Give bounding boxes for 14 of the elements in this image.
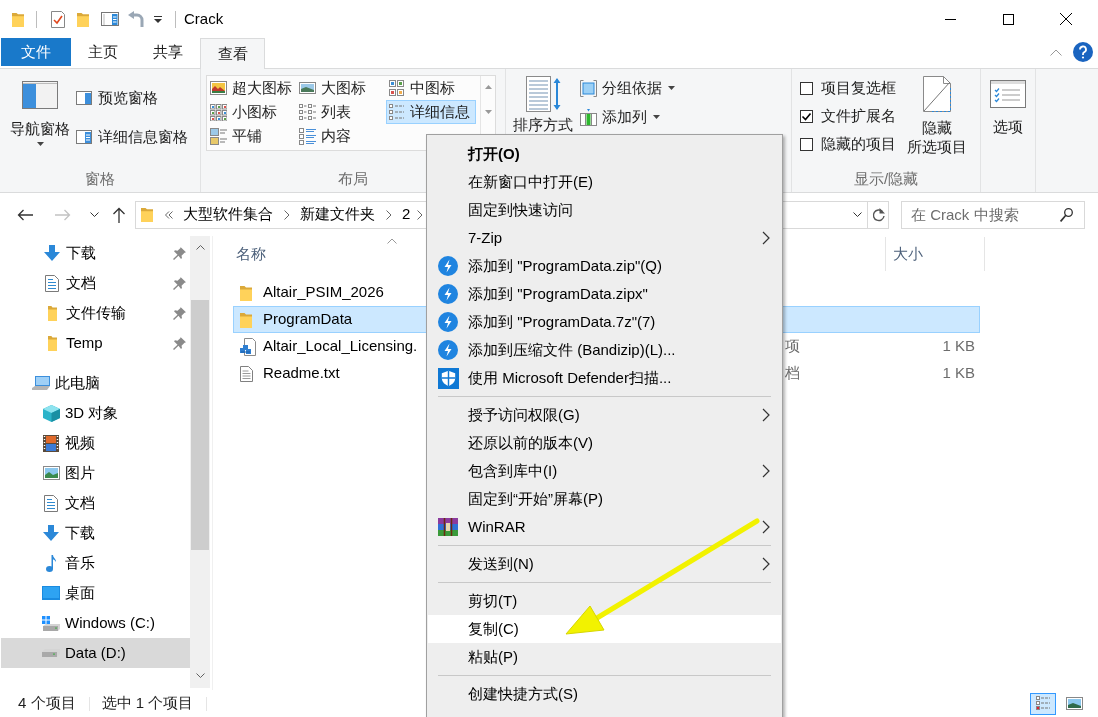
file-name: Altair_PSIM_2026 [263, 282, 384, 303]
status-text: 选中 1 个项目 [101, 693, 194, 714]
table-cell-text: 档 [785, 363, 800, 384]
file-size: 1 KB [942, 336, 975, 357]
group-label: 窗格 [85, 168, 115, 189]
file-size: 1 KB [942, 363, 975, 384]
group-label: 布局 [338, 168, 368, 189]
group-label: 显示/隐藏 [853, 168, 919, 189]
file-name: Readme.txt [263, 363, 340, 384]
file-name: Altair_Local_Licensing. [263, 336, 418, 357]
window-title: Crack [184, 8, 224, 29]
file-name: ProgramData [263, 309, 353, 330]
status-text: 4 个项目 [18, 693, 76, 714]
table-cell-text: 项 [785, 336, 800, 357]
